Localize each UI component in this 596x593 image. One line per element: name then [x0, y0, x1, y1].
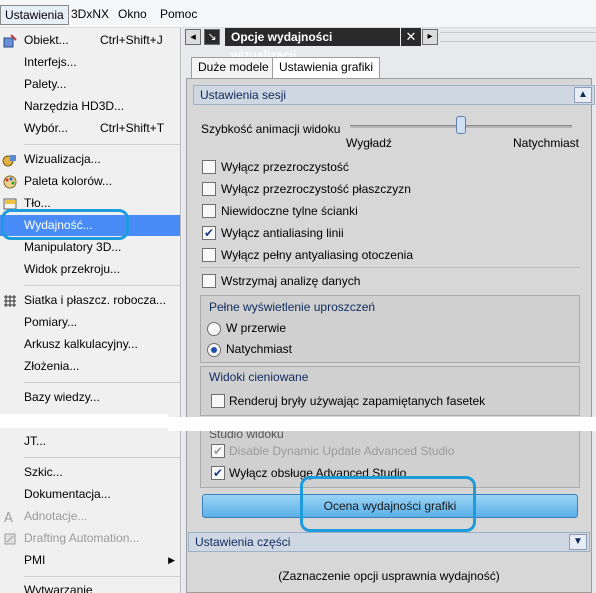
checkbox-full-scene-antialiasing[interactable] [202, 248, 216, 262]
checkbox-cached-facets[interactable] [211, 394, 225, 408]
menu-separator [24, 457, 180, 458]
menu-item-wybor[interactable]: Wybór... Ctrl+Shift+T [0, 118, 180, 139]
menu-3dxnx[interactable]: 3DxNX [67, 5, 113, 25]
menu-separator [24, 382, 180, 383]
close-icon[interactable]: ✕ [401, 28, 421, 46]
render-glitch-band [0, 414, 168, 428]
settings-dropdown-menu: Obiekt... Ctrl+Shift+J Interfejs... Pale… [0, 28, 181, 593]
grid-icon [2, 293, 18, 309]
object-icon [2, 33, 18, 49]
menu-item-interfejs[interactable]: Interfejs... [0, 52, 180, 73]
group-shaded-views: Widoki cieniowane Renderuj bryły używają… [200, 366, 580, 416]
divider [200, 267, 580, 268]
menu-item-widok-przekroju[interactable]: Widok przekroju... [0, 259, 180, 280]
menu-okno[interactable]: Okno [114, 5, 151, 25]
highlight-annotation-ring [300, 476, 476, 532]
color-palette-icon [2, 174, 18, 190]
radio-w-przerwie-label: W przerwie [226, 321, 287, 335]
checkbox-plane-transparency[interactable] [202, 182, 216, 196]
menu-item-palety[interactable]: Palety... [0, 74, 180, 95]
panel-titlebar: ◂ ↘ Opcje wydajności wizualizacji ✕ ▸ [182, 28, 596, 62]
menu-item-manipulatory-3d[interactable]: Manipulatory 3D... [0, 237, 180, 258]
checkbox-backface-label: Niewidoczne tylne ścianki [221, 204, 358, 218]
drafting-icon [2, 531, 18, 547]
highlight-annotation-ring [1, 209, 129, 240]
menu-item-bazy-wiedzy[interactable]: Bazy wiedzy... [0, 387, 180, 408]
tab-duze-modele[interactable]: Duże modele [191, 57, 276, 78]
menu-item-siatka[interactable]: Siatka i płaszcz. robocza... [0, 290, 180, 311]
chevron-up-icon[interactable]: ▲ [574, 87, 592, 103]
menu-item-pmi[interactable]: PMI ▶ [0, 550, 180, 571]
checkbox-plane-transparency-label: Wyłącz przezroczystość płaszczyzn [221, 182, 411, 196]
checkbox-pause-analysis[interactable] [202, 274, 216, 288]
menu-item-dokumentacja[interactable]: Dokumentacja... [0, 484, 180, 505]
checkbox-cached-facets-label: Renderuj bryły używając zapamiętanych fa… [229, 394, 486, 408]
menu-item-wytwarzanie[interactable]: Wytwarzanie [0, 580, 180, 593]
performance-panel: ◂ ↘ Opcje wydajności wizualizacji ✕ ▸ Du… [182, 28, 596, 593]
tab-ustawienia-grafiki[interactable]: Ustawienia grafiki [272, 57, 381, 79]
render-glitch-band [168, 417, 596, 431]
menu-item-arkusz[interactable]: Arkusz kalkulacyjny... [0, 334, 180, 355]
footer-hint: (Zaznaczenie opcji usprawnia wydajność) [278, 569, 500, 583]
slider-min-label: Wygładź [346, 136, 392, 150]
menu-separator [24, 285, 180, 286]
slider-label: Szybkość animacji widoku [201, 122, 341, 136]
panel-title: Opcje wydajności wizualizacji [225, 28, 400, 62]
menu-item-paleta-kolorow[interactable]: Paleta kolorów... [0, 171, 180, 192]
menu-item-szkic[interactable]: Szkic... [0, 462, 180, 483]
menu-item-adnotacje[interactable]: A Adnotacje... [0, 506, 180, 527]
group-shaded-views-title: Widoki cieniowane [209, 370, 309, 384]
part-settings-header[interactable]: Ustawienia części ▼ [188, 532, 590, 552]
svg-text:A: A [4, 511, 13, 525]
submenu-arrow-icon: ▶ [168, 555, 175, 565]
chevron-right-icon[interactable]: ▸ [422, 29, 438, 45]
chevron-down-icon[interactable]: ▼ [569, 534, 587, 550]
radio-w-przerwie[interactable] [207, 322, 221, 336]
menu-item-zlozenia[interactable]: Złożenia... [0, 356, 180, 377]
checkbox-disable-dynamic-update[interactable]: ✔ [211, 444, 225, 458]
session-settings-header[interactable]: Ustawienia sesji ▲ [193, 85, 595, 105]
pin-icon[interactable]: ↘ [204, 29, 220, 45]
menu-item-pomiary[interactable]: Pomiary... [0, 312, 180, 333]
checkbox-line-antialiasing-label: Wyłącz antialiasing linii [221, 226, 344, 240]
menu-ustawienia[interactable]: Ustawienia [0, 5, 69, 25]
menu-item-obiekt[interactable]: Obiekt... Ctrl+Shift+J [0, 30, 180, 51]
group-full-display-title: Pełne wyświetlenie uproszczeń [209, 300, 376, 314]
menu-separator [24, 576, 180, 577]
menu-item-jt[interactable]: JT... [0, 431, 180, 452]
menu-separator [24, 144, 180, 145]
animation-speed-slider-thumb[interactable] [456, 116, 466, 134]
group-full-display: Pełne wyświetlenie uproszczeń W przerwie… [200, 295, 580, 363]
panel-menu-icon[interactable]: ◂ [185, 29, 201, 45]
menu-pomoc[interactable]: Pomoc [156, 5, 201, 25]
checkbox-full-scene-antialiasing-label: Wyłącz pełny antyaliasing otoczenia [221, 248, 413, 262]
checkbox-line-antialiasing[interactable]: ✔ [202, 226, 216, 240]
checkbox-transparency[interactable] [202, 160, 216, 174]
slider-max-label: Natychmiast [513, 136, 580, 150]
menubar: Ustawienia 3DxNX Okno Pomoc [0, 0, 596, 28]
checkbox-transparency-label: Wyłącz przezroczystość [221, 160, 349, 174]
menu-item-drafting-automation[interactable]: Drafting Automation... [0, 528, 180, 549]
annotation-icon: A [2, 509, 18, 526]
menu-item-wizualizacja[interactable]: Wizualizacja... [0, 149, 180, 170]
checkbox-disable-advanced-studio[interactable]: ✔ [211, 466, 225, 480]
checkbox-backface[interactable] [202, 204, 216, 218]
radio-natychmiast-label: Natychmiast [226, 342, 293, 356]
menu-item-narzedzia-hd3d[interactable]: Narzędzia HD3D... [0, 96, 180, 117]
radio-natychmiast[interactable] [207, 343, 221, 357]
checkbox-pause-analysis-label: Wstrzymaj analizę danych [221, 274, 361, 288]
titlebar-grip [440, 32, 596, 42]
visualization-icon [2, 152, 18, 168]
checkbox-disable-dynamic-update-label: Disable Dynamic Update Advanced Studio [229, 444, 455, 458]
